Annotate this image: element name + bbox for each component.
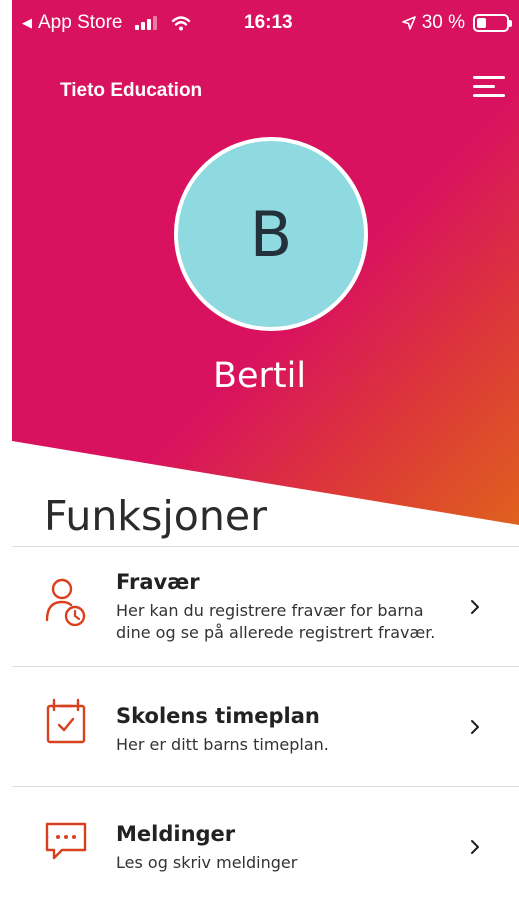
- function-desc: Les og skriv meldinger: [116, 853, 298, 872]
- function-desc: Her kan du registrere fravær for barna d…: [116, 601, 436, 642]
- function-item-timeplan[interactable]: Skolens timeplan Her er ditt barns timep…: [12, 668, 519, 786]
- function-title: Meldinger: [116, 822, 236, 846]
- avatar-initial: B: [249, 197, 293, 271]
- calendar-check-icon: [46, 698, 86, 744]
- chat-bubble-icon: [45, 822, 87, 860]
- battery-percent: 30 %: [421, 12, 465, 33]
- function-item-meldinger[interactable]: Meldinger Les og skriv meldinger: [12, 788, 519, 901]
- function-title: Fravær: [116, 570, 200, 594]
- divider: [12, 666, 519, 667]
- location-arrow-icon: [401, 16, 416, 30]
- chevron-right-icon: [471, 600, 479, 614]
- app-brand-title: Tieto Education: [60, 80, 203, 101]
- divider: [12, 546, 519, 547]
- status-time: 16:13: [244, 12, 293, 33]
- chevron-right-icon: [471, 840, 479, 854]
- person-clock-icon: [45, 578, 86, 626]
- user-name: Bertil: [212, 356, 307, 396]
- chevron-right-icon: [471, 720, 479, 734]
- status-left: ◀ App Store: [22, 12, 191, 34]
- divider: [12, 786, 519, 787]
- avatar[interactable]: B: [174, 137, 368, 331]
- back-arrow-icon[interactable]: ◀: [22, 15, 32, 31]
- signal-icon: [134, 16, 157, 30]
- hamburger-menu-icon[interactable]: [473, 76, 505, 100]
- section-title: Funksjoner: [44, 492, 267, 540]
- status-right: 30 %: [401, 12, 512, 34]
- function-item-fravaer[interactable]: Fravær Her kan du registrere fravær for …: [12, 548, 519, 666]
- wifi-icon: [171, 16, 190, 31]
- status-bar: ◀ App Store 16:13 30 %: [12, 0, 519, 46]
- back-app-label[interactable]: App Store: [38, 12, 123, 34]
- function-title: Skolens timeplan: [116, 704, 320, 728]
- function-desc: Her er ditt barns timeplan.: [116, 735, 329, 754]
- battery-icon: [473, 14, 512, 32]
